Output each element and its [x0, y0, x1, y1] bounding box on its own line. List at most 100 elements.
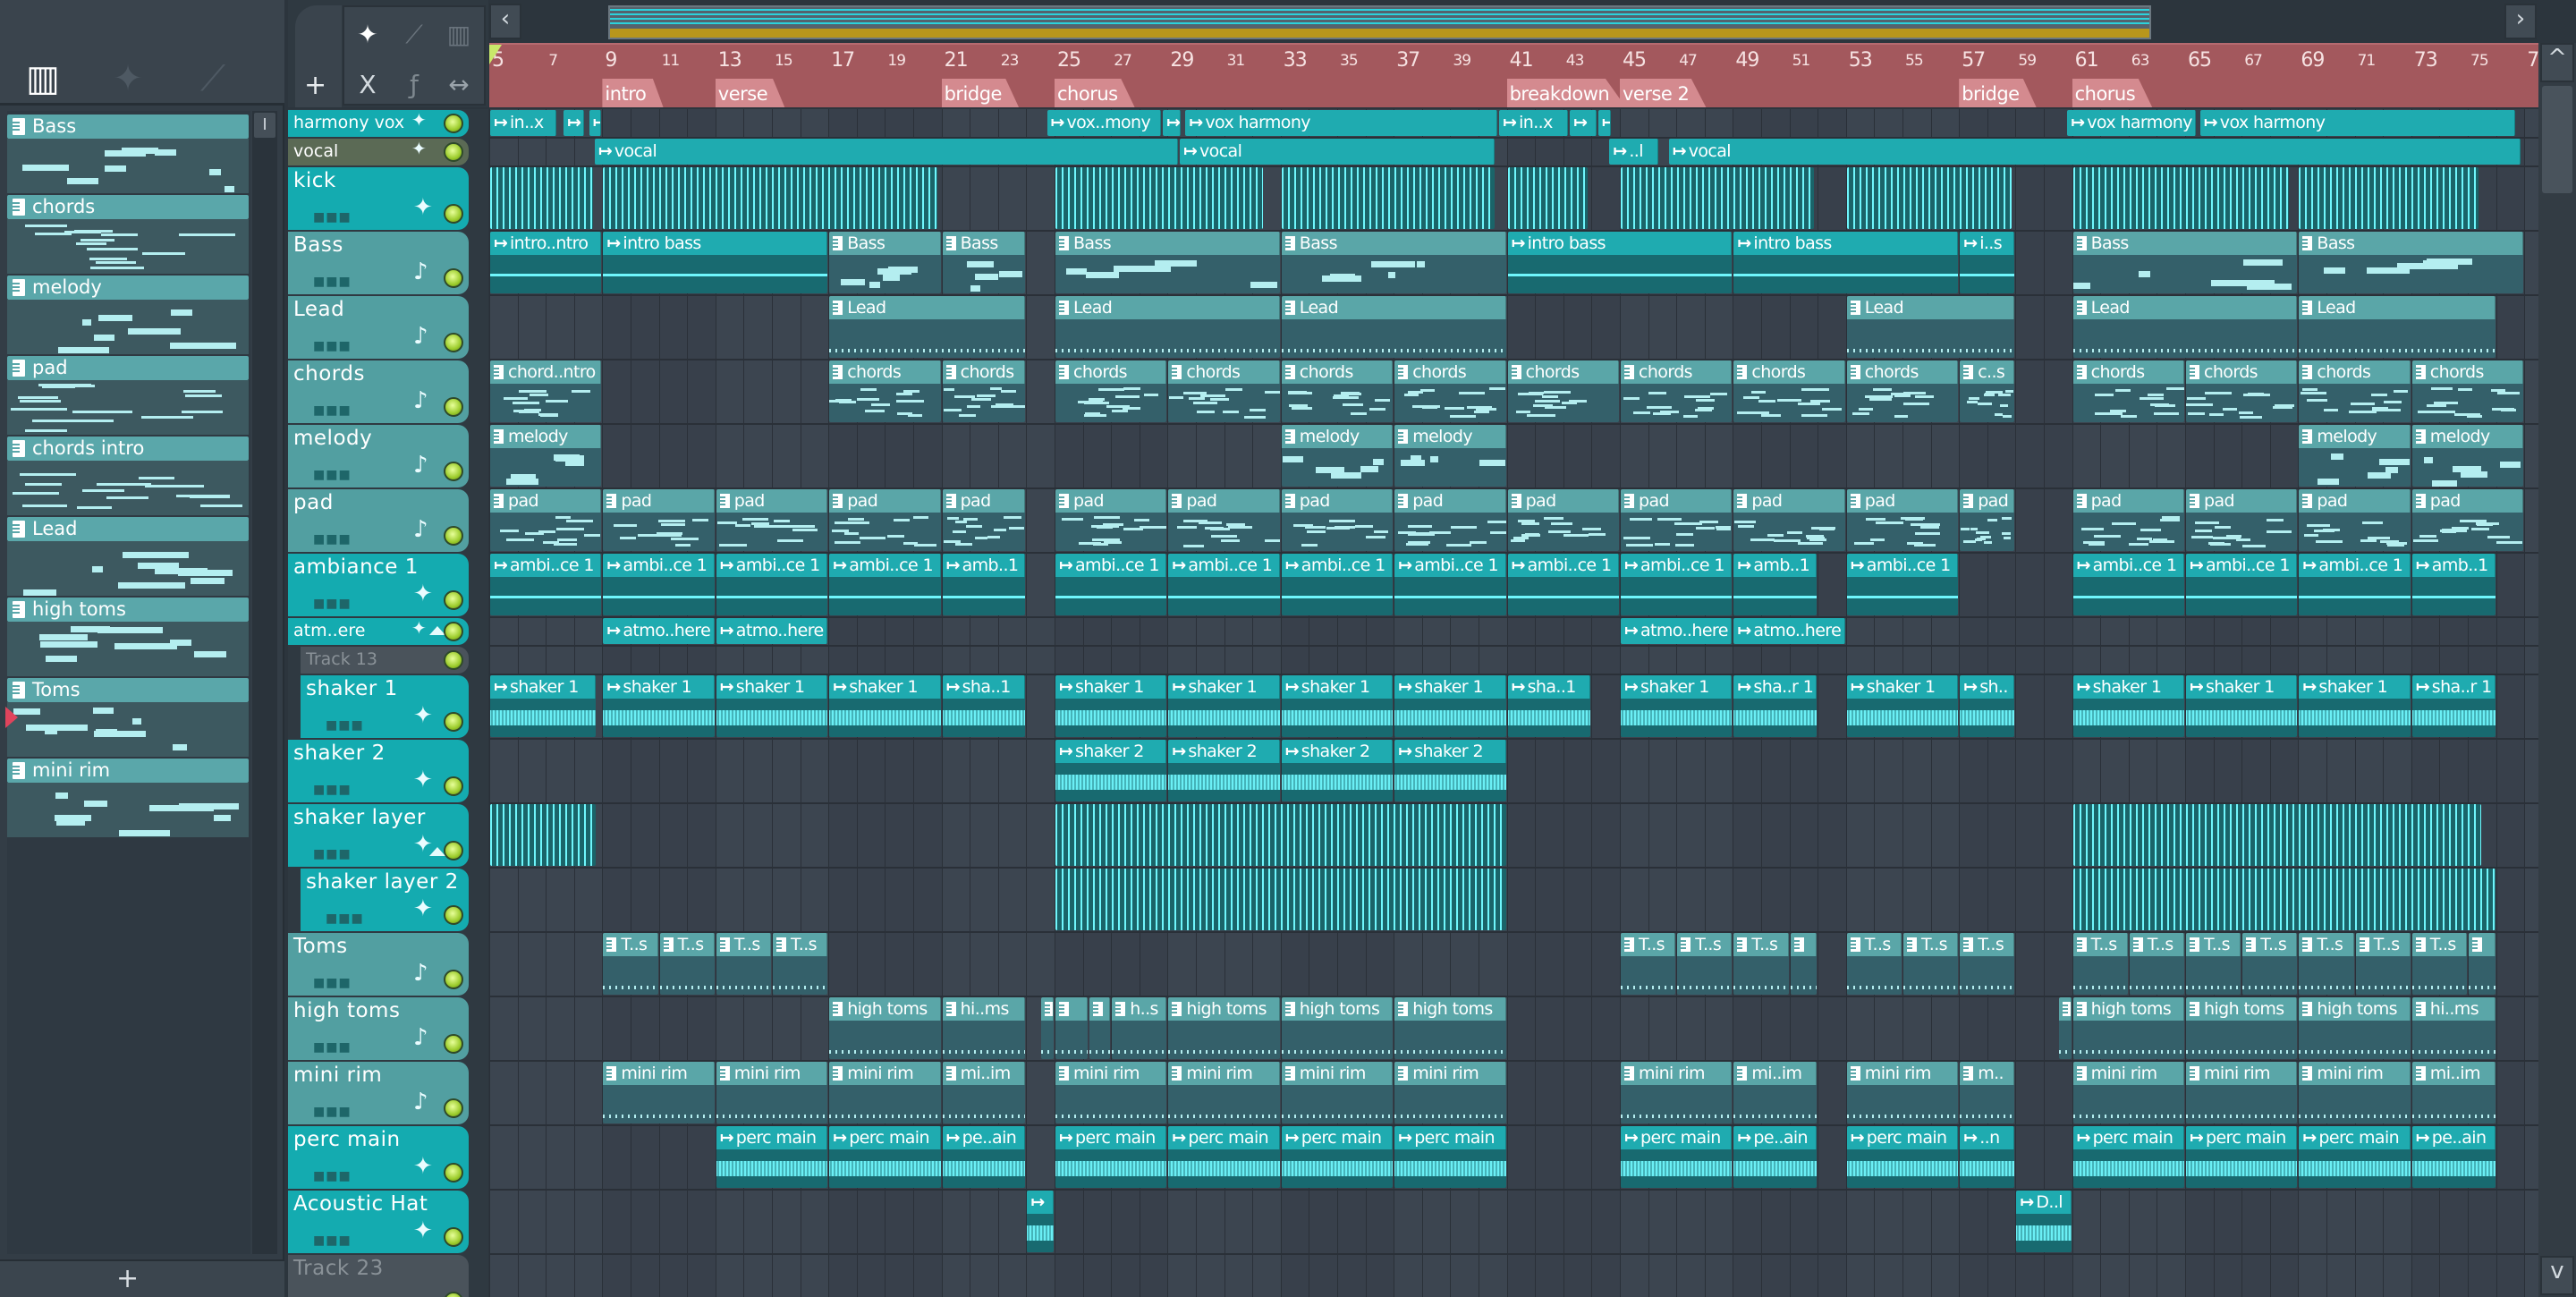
- clip[interactable]: T..s: [603, 933, 658, 995]
- clip-header[interactable]: melody: [1394, 425, 1506, 448]
- clip[interactable]: ↦ sha..1: [1507, 675, 1591, 737]
- track-name[interactable]: vocal: [293, 141, 338, 161]
- track-header-shaker-layer[interactable]: shaker layer ■■■ ✦: [288, 804, 469, 867]
- piano-roll-icon[interactable]: ▥: [16, 61, 70, 97]
- track-name[interactable]: shaker 1: [306, 677, 398, 700]
- clip[interactable]: ↦ vocal: [1668, 139, 2521, 165]
- clip-header[interactable]: ↦ perc main: [1055, 1126, 1167, 1149]
- clip-header[interactable]: Lead: [1055, 296, 1280, 319]
- pattern-item[interactable]: melody: [7, 276, 249, 354]
- track-header-melody[interactable]: melody ■■■ ♪: [288, 425, 469, 487]
- clip-header[interactable]: ↦ vox harmony: [2067, 110, 2196, 136]
- clip[interactable]: ↦ pe..ain: [942, 1126, 1026, 1188]
- clip[interactable]: ↦ intro bass: [1733, 232, 1959, 293]
- clip[interactable]: hi..ms: [2411, 997, 2496, 1059]
- clip-header[interactable]: high toms: [2299, 997, 2411, 1021]
- track-name[interactable]: Acoustic Hat: [293, 1192, 428, 1216]
- clip[interactable]: m..: [1960, 1062, 2015, 1123]
- marker-verse-2[interactable]: verse 2: [1620, 79, 1707, 107]
- clip[interactable]: Lead: [1281, 296, 1506, 358]
- clip[interactable]: ↦ vox..mony: [1046, 110, 1162, 136]
- track-header-perc-main[interactable]: perc main ■■■ ✦: [288, 1126, 469, 1189]
- clip-header[interactable]: ↦ shaker 1: [1168, 675, 1280, 699]
- clip[interactable]: melody: [490, 425, 602, 487]
- clip[interactable]: ↦ ambi..ce 1: [1055, 554, 1167, 615]
- clip[interactable]: hi..ms: [942, 997, 1026, 1059]
- mute-toggle[interactable]: [444, 333, 463, 352]
- track-options-dots[interactable]: ■■■: [313, 597, 352, 611]
- clip[interactable]: chords: [2072, 360, 2184, 422]
- mute-toggle[interactable]: [444, 622, 463, 641]
- track-header-acoustic-hat[interactable]: Acoustic Hat ■■■ ✦: [288, 1191, 469, 1253]
- clip-header[interactable]: ↦ ambi..ce 1: [1507, 554, 1619, 577]
- clip-header[interactable]: pad: [1733, 489, 1845, 513]
- clip-header[interactable]: T..s: [659, 933, 715, 956]
- clip-header[interactable]: mini rim: [1621, 1062, 1733, 1085]
- clip[interactable]: ↦ amb..1: [942, 554, 1026, 615]
- track-header-shaker-1[interactable]: shaker 1 ■■■ ✦: [301, 675, 469, 738]
- track-header-harmony-vox[interactable]: harmony vox ✦: [288, 110, 469, 137]
- clip-header[interactable]: mini rim: [1281, 1062, 1394, 1085]
- playhead-marker[interactable]: [489, 45, 502, 64]
- clip-header[interactable]: ↦ perc main: [1281, 1126, 1394, 1149]
- clip-header[interactable]: ↦ intro bass: [1507, 232, 1733, 255]
- track-header-lead[interactable]: Lead ■■■ ♪: [288, 296, 469, 359]
- clip-header[interactable]: pad: [1281, 489, 1394, 513]
- track-header-shaker-layer-2[interactable]: shaker layer 2 ■■■ ✦: [301, 869, 469, 931]
- clip[interactable]: melody: [1281, 425, 1394, 487]
- clip-header[interactable]: ↦ sha..r 1: [2411, 675, 2496, 699]
- clip-header[interactable]: high toms: [1168, 997, 1280, 1021]
- clip-header[interactable]: ↦ perc main: [1394, 1126, 1506, 1149]
- clip-header[interactable]: T..s: [2299, 933, 2354, 956]
- clip[interactable]: pad: [2186, 489, 2298, 551]
- clip[interactable]: c..s: [1960, 360, 2015, 422]
- track-name[interactable]: chords: [293, 362, 365, 386]
- clip[interactable]: pad: [1394, 489, 1506, 551]
- track-name[interactable]: Track 23: [293, 1257, 384, 1280]
- track-name[interactable]: atm..ere: [293, 621, 365, 640]
- mute-toggle[interactable]: [444, 905, 463, 925]
- clip[interactable]: high toms: [2072, 997, 2184, 1059]
- clip[interactable]: ↦ sh..: [1960, 675, 2015, 737]
- clip-header[interactable]: chords: [1846, 360, 1959, 384]
- clip[interactable]: Bass: [2299, 232, 2524, 293]
- clip-header[interactable]: ↦ shaker 2: [1394, 740, 1506, 763]
- clip[interactable]: melody: [2411, 425, 2524, 487]
- pattern-clip-icon[interactable]: ▥: [441, 20, 477, 49]
- clip-header[interactable]: ↦ vocal: [1668, 139, 2521, 165]
- track-options-dots[interactable]: ■■■: [313, 1233, 352, 1248]
- clip[interactable]: high toms: [2186, 997, 2298, 1059]
- clip[interactable]: pad: [829, 489, 941, 551]
- clip[interactable]: T..s: [1960, 933, 2015, 995]
- clip-header[interactable]: Bass: [2299, 232, 2524, 255]
- clip-header[interactable]: ↦ atmo..here: [603, 618, 715, 644]
- clip-header[interactable]: chords: [1507, 360, 1619, 384]
- clip-header[interactable]: T..s: [773, 933, 828, 956]
- mute-toggle[interactable]: [444, 1163, 463, 1183]
- clip[interactable]: ↦ sha..1: [942, 675, 1026, 737]
- clip-header[interactable]: pad: [1394, 489, 1506, 513]
- clip[interactable]: ↦ vocal: [1180, 139, 1495, 165]
- pattern-item-header[interactable]: high toms: [7, 598, 249, 622]
- slip-icon[interactable]: ↔: [441, 70, 477, 99]
- clip-header[interactable]: T..s: [1733, 933, 1789, 956]
- clip-header[interactable]: ↦ pe..ain: [942, 1126, 1026, 1149]
- clip-header[interactable]: ↦ shaker 1: [716, 675, 828, 699]
- clip-header[interactable]: ↦ shaker 1: [1846, 675, 1959, 699]
- clip-header[interactable]: ↦ vocal: [594, 139, 1179, 165]
- clip-header[interactable]: ↦ ambi..ce 1: [1621, 554, 1733, 577]
- track-name[interactable]: mini rim: [293, 1064, 382, 1087]
- clip[interactable]: ↦ shaker 1: [1394, 675, 1506, 737]
- clip-header[interactable]: T..s: [2186, 933, 2241, 956]
- track-header-shaker-2[interactable]: shaker 2 ■■■ ✦: [288, 740, 469, 802]
- mute-toggle[interactable]: [444, 590, 463, 610]
- clip-header[interactable]: ↦ perc main: [1846, 1126, 1959, 1149]
- track-header-track-13[interactable]: Track 13: [301, 647, 469, 674]
- track-options-dots[interactable]: ■■■: [313, 1169, 352, 1183]
- clip-header[interactable]: T..s: [2129, 933, 2184, 956]
- clip-header[interactable]: Bass: [942, 232, 1026, 255]
- track-options-dots[interactable]: ■■■: [326, 718, 364, 733]
- clip-header[interactable]: h..s: [1112, 997, 1167, 1021]
- clip-header[interactable]: ↦ ambi..ce 1: [2186, 554, 2298, 577]
- clip[interactable]: pad: [1507, 489, 1619, 551]
